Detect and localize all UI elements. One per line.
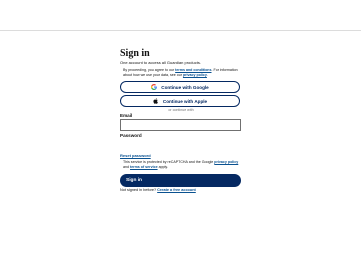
terms-notice: By proceeding, you agree to our terms an…: [123, 68, 241, 77]
recaptcha-prefix: This service is protected by reCAPTCHA a…: [123, 160, 215, 165]
google-terms-of-service-link[interactable]: terms of service: [130, 165, 158, 169]
sign-in-button[interactable]: Sign in: [120, 174, 241, 188]
password-label: Password: [120, 133, 142, 139]
continue-with-apple-button[interactable]: Continue with Apple: [120, 95, 240, 108]
create-free-account-link[interactable]: Create a free account: [157, 188, 196, 192]
page-subtitle: One account to access all Guardian produ…: [120, 60, 201, 65]
recaptcha-suffix: apply.: [157, 164, 168, 169]
google-button-label: Continue with Google: [161, 84, 209, 90]
top-header-bar: [0, 0, 361, 31]
or-continue-divider: or continue with: [168, 108, 194, 113]
recaptcha-notice: This service is protected by reCAPTCHA a…: [123, 160, 241, 169]
notice-prefix: By proceeding, you agree to our: [123, 68, 176, 72]
reset-password-link[interactable]: Reset password: [120, 153, 242, 158]
notice-suffix: .: [206, 72, 208, 77]
recaptcha-and: and: [123, 164, 130, 169]
page-title: Sign in: [120, 48, 150, 59]
continue-with-google-button[interactable]: Continue with Google: [120, 81, 240, 94]
terms-link[interactable]: terms and conditions: [175, 68, 211, 72]
google-privacy-policy-link[interactable]: privacy policy: [214, 160, 238, 164]
sign-in-panel: Sign in One account to access all Guardi…: [120, 48, 242, 193]
email-field[interactable]: [120, 119, 241, 132]
create-account-prompt: Not signed in before? Create a free acco…: [120, 188, 242, 193]
create-account-prefix: Not signed in before?: [120, 188, 158, 193]
apple-button-label: Continue with Apple: [162, 98, 208, 104]
apple-icon: [153, 98, 159, 104]
privacy-policy-link[interactable]: privacy policy: [183, 73, 207, 77]
google-icon: [151, 84, 158, 91]
